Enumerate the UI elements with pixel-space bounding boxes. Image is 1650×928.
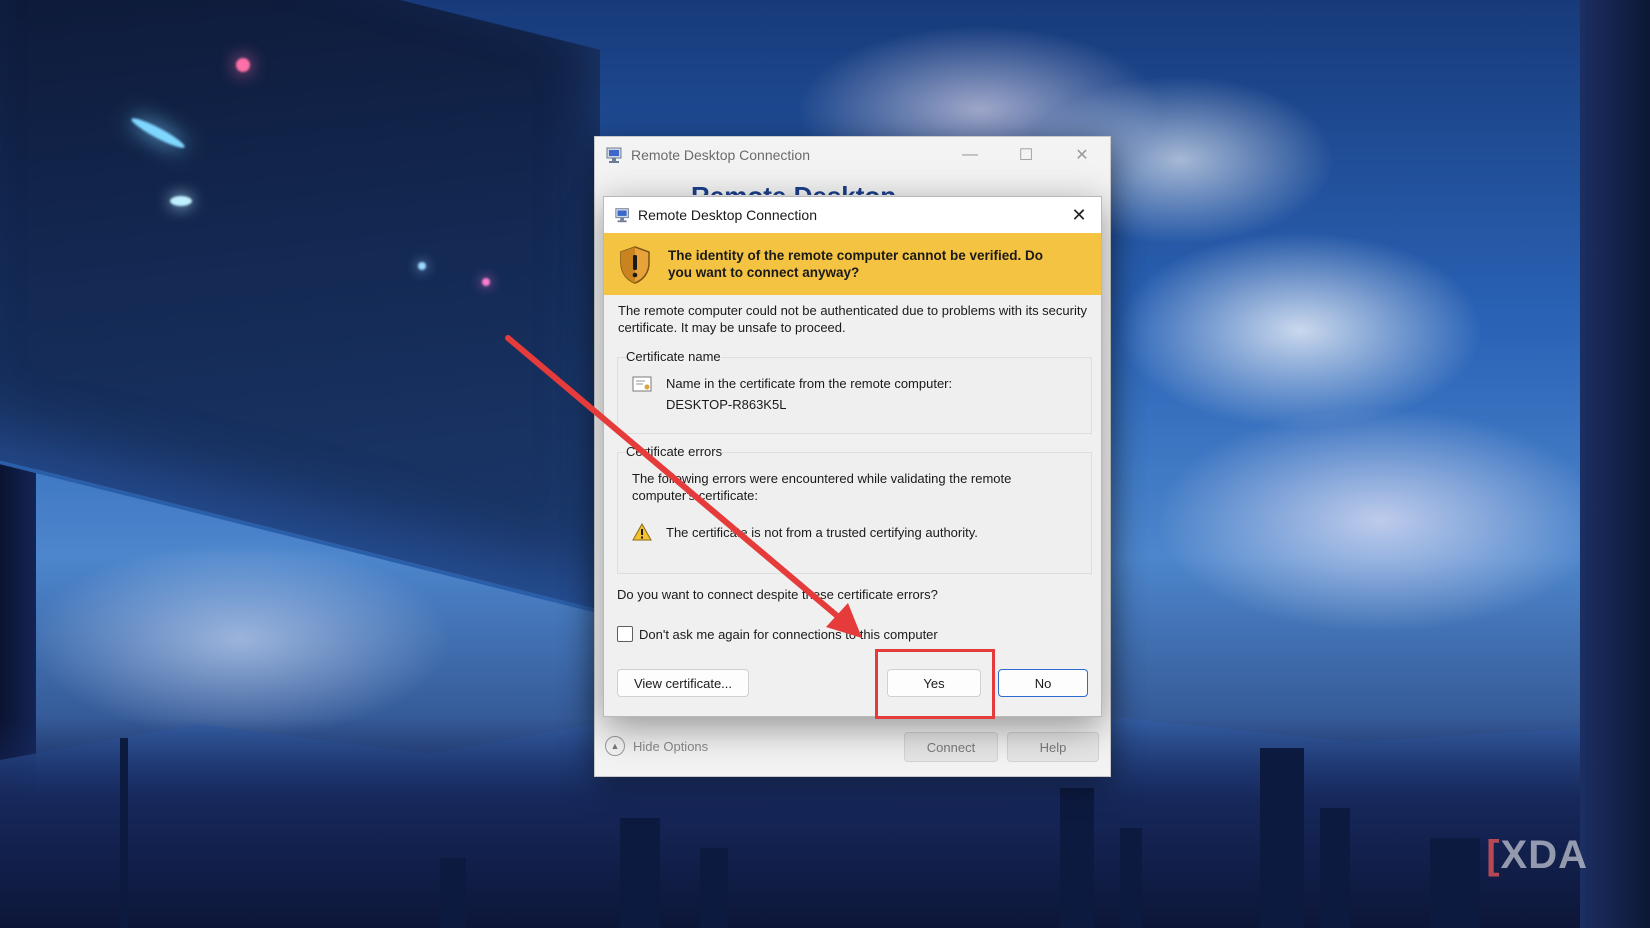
help-button[interactable]: Help	[1007, 732, 1099, 762]
wallpaper-building	[1260, 748, 1304, 928]
wallpaper-light	[418, 262, 426, 270]
certificate-name-label: Certificate name	[626, 349, 721, 364]
dialog-title: Remote Desktop Connection	[638, 207, 817, 223]
dont-ask-again-row[interactable]: Don't ask me again for connections to th…	[617, 626, 938, 642]
main-window-title: Remote Desktop Connection	[631, 147, 810, 163]
dialog-close-button[interactable]: ✕	[1069, 205, 1089, 225]
certificate-name-group: Certificate name Name in the certificate…	[617, 349, 1092, 434]
wallpaper-building	[620, 818, 660, 928]
dont-ask-again-checkbox[interactable]	[617, 626, 633, 642]
main-banner-title: Remote Desktop	[691, 181, 896, 195]
intro-text: The remote computer could not be authent…	[618, 303, 1087, 335]
hide-options-label: Hide Options	[633, 738, 709, 754]
no-button[interactable]: No	[998, 669, 1088, 697]
yes-button-highlight	[875, 649, 995, 719]
wallpaper-right-frame	[1580, 0, 1650, 928]
wallpaper-light	[236, 58, 250, 72]
rdc-app-icon	[615, 208, 629, 223]
dont-ask-again-label[interactable]: Don't ask me again for connections to th…	[639, 627, 938, 642]
certificate-name-value: DESKTOP-R863K5L	[666, 397, 787, 412]
watermark-bracket: [	[1486, 833, 1501, 877]
wallpaper-building	[1320, 808, 1350, 928]
maximize-button[interactable]: ☐	[998, 137, 1054, 173]
warning-heading: The identity of the remote computer cann…	[668, 248, 1044, 280]
warning-banner: The identity of the remote computer cann…	[604, 233, 1101, 295]
certificate-icon	[632, 376, 652, 392]
certificate-errors-label: Certificate errors	[626, 444, 723, 459]
main-banner: Remote Desktop	[595, 173, 1110, 195]
main-titlebar: Remote Desktop Connection — ☐ ✕	[595, 137, 1110, 173]
wallpaper-building	[440, 858, 466, 928]
wallpaper-building	[1430, 838, 1480, 928]
certificate-errors-description: The following errors were encountered wh…	[632, 471, 1012, 503]
hide-options-toggle[interactable]: ▲ Hide Options	[605, 736, 708, 756]
chevron-up-icon: ▲	[605, 736, 625, 756]
wallpaper-light	[170, 196, 192, 206]
wallpaper-building	[1060, 788, 1094, 928]
warning-triangle-icon	[632, 523, 652, 541]
main-footer: ▲ Hide Options Connect Help	[595, 716, 1110, 776]
minimize-button[interactable]: —	[942, 137, 998, 173]
wallpaper-spaceship	[0, 0, 600, 614]
wallpaper-building	[1120, 828, 1142, 928]
connect-button[interactable]: Connect	[904, 732, 998, 762]
xda-watermark: [XDA	[1486, 833, 1588, 878]
certificate-error-item: The certificate is not from a trusted ce…	[666, 525, 978, 540]
wallpaper-building	[120, 738, 128, 928]
watermark-text: XDA	[1500, 833, 1588, 877]
certificate-name-description: Name in the certificate from the remote …	[666, 376, 953, 391]
view-certificate-button[interactable]: View certificate...	[617, 669, 749, 697]
shield-warning-icon	[620, 246, 650, 284]
connect-question: Do you want to connect despite these cer…	[617, 587, 938, 602]
dialog-titlebar: Remote Desktop Connection ✕	[604, 197, 1101, 233]
wallpaper-light	[482, 278, 490, 286]
close-button[interactable]: ✕	[1054, 137, 1110, 173]
certificate-errors-group: Certificate errors The following errors …	[617, 444, 1092, 574]
window-controls: — ☐ ✕	[942, 137, 1110, 173]
wallpaper-building	[700, 848, 728, 928]
rdc-app-icon	[606, 147, 622, 163]
